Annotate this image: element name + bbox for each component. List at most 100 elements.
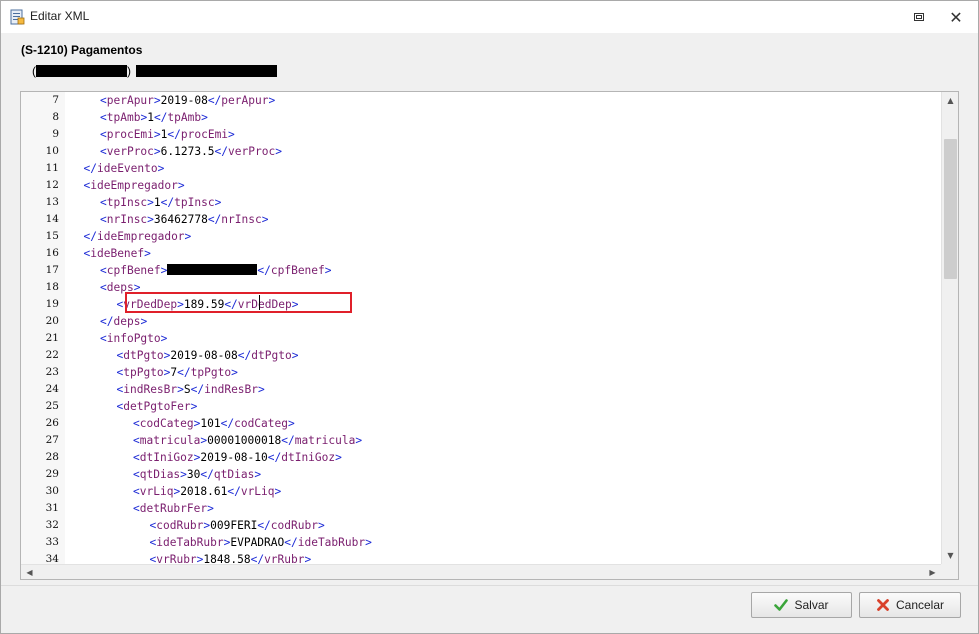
code-line[interactable]: 26 <codCateg>101</codCateg> [21, 415, 941, 432]
code-line[interactable]: 28 <dtIniGoz>2019-08-10</dtIniGoz> [21, 449, 941, 466]
xml-bracket: > [275, 145, 282, 158]
code-line[interactable]: 17 <cpfBenef> </cpfBenef> [21, 262, 941, 279]
code-text: <dtPgto>2019-08-08</dtPgto> [117, 347, 299, 364]
code-line[interactable]: 19 <vrDedDep>189.59</vrDedDep> [21, 296, 941, 313]
xml-bracket: < [100, 111, 107, 124]
code-text: </ideEmpregador> [84, 228, 192, 245]
xml-bracket: </ [167, 128, 181, 141]
scroll-down-icon[interactable]: ▼ [942, 547, 958, 564]
xml-tag-name: vrDedDep [237, 298, 292, 311]
code-lines[interactable]: 7 <perApur>2019-08</perApur> 8 <tpAmb>1</tp… [21, 92, 941, 566]
code-line[interactable]: 33 <ideTabRubr>EVPADRAO</ideTabRubr> [21, 534, 941, 551]
code-line[interactable]: 7 <perApur>2019-08</perApur> [21, 92, 941, 109]
code-line[interactable]: 29 <qtDias>30</qtDias> [21, 466, 941, 483]
xml-bracket: > [153, 145, 161, 158]
code-line[interactable]: 25 <detPgtoFer> [21, 398, 941, 415]
vertical-scrollbar[interactable]: ▲ ▼ [941, 92, 958, 564]
code-text: <cpfBenef> </cpfBenef> [100, 262, 332, 279]
code-line[interactable]: 18 <deps> [21, 279, 941, 296]
code-line[interactable]: 14 <nrInsc>36462778</nrInsc> [21, 211, 941, 228]
code-line[interactable]: 8 <tpAmb>1</tpAmb> [21, 109, 941, 126]
code-line[interactable]: 31 <detRubrFer> [21, 500, 941, 517]
code-line[interactable]: 21 <infoPgto> [21, 330, 941, 347]
paren-close: ) [127, 63, 131, 78]
xml-bracket: > [160, 332, 168, 345]
code-text: <ideEmpregador> [84, 177, 185, 194]
line-number: 28 [45, 451, 59, 463]
footer-divider [1, 585, 978, 586]
code-text: </ideEvento> [84, 160, 165, 177]
xml-bracket: < [133, 485, 140, 498]
code-text: <codRubr>009FERI</codRubr> [150, 517, 325, 534]
xml-tag-name: vrLiq [240, 485, 275, 498]
code-line[interactable]: 30 <vrLiq>2018.61</vrLiq> [21, 483, 941, 500]
xml-bracket: > [133, 281, 141, 294]
horizontal-scrollbar[interactable]: ◀ ▶ [21, 564, 941, 579]
xml-bracket: </ [100, 315, 114, 328]
xml-tag-name: cpfBenef [106, 264, 161, 277]
xml-bracket: < [100, 94, 107, 107]
code-line[interactable]: 22 <dtPgto>2019-08-08</dtPgto> [21, 347, 941, 364]
xml-bracket: </ [257, 519, 271, 532]
xml-tag-name: ideEmpregador [96, 230, 185, 243]
code-line[interactable]: 10 <verProc>6.1273.5</verProc> [21, 143, 941, 160]
xml-tag-name: indResBr [123, 383, 178, 396]
xml-value: 2019-08-10 [200, 451, 268, 464]
scroll-left-icon[interactable]: ◀ [21, 565, 38, 579]
code-line[interactable]: 23 <tpPgto>7</tpPgto> [21, 364, 941, 381]
xml-tag-name: verProc [228, 145, 276, 158]
xml-bracket: </ [281, 434, 295, 447]
scroll-thumb[interactable] [944, 139, 957, 279]
line-number: 14 [45, 213, 59, 225]
xml-bracket: </ [207, 94, 222, 107]
restore-window-icon[interactable] [909, 9, 929, 25]
code-line[interactable]: 16 <ideBenef> [21, 245, 941, 262]
xml-bracket: > [190, 400, 198, 413]
line-number: 33 [45, 536, 59, 548]
code-text: <detRubrFer> [133, 500, 214, 517]
code-line[interactable]: 27 <matricula>00001000018</matricula> [21, 432, 941, 449]
code-text: <dtIniGoz>2019-08-10</dtIniGoz> [133, 449, 342, 466]
code-line[interactable]: 15 </ideEmpregador> [21, 228, 941, 245]
xml-value: EVPADRAO [230, 536, 285, 549]
code-text: <ideBenef> [84, 245, 151, 262]
xml-tag-name: ideBenef [90, 247, 145, 260]
code-line[interactable]: 32 <codRubr>009FERI</codRubr> [21, 517, 941, 534]
line-number: 16 [45, 247, 59, 259]
line-number: 15 [45, 230, 59, 242]
cancel-button[interactable]: Cancelar [859, 592, 961, 618]
xml-bracket: > [324, 264, 332, 277]
xml-bracket: < [100, 128, 107, 141]
close-icon[interactable]: ✕ [945, 7, 967, 27]
code-line[interactable]: 24 <indResBr>S</indResBr> [21, 381, 941, 398]
xml-bracket: < [100, 264, 107, 277]
code-text: <codCateg>101</codCateg> [133, 415, 295, 432]
xml-tag-name: nrInsc [221, 213, 262, 226]
scroll-right-icon[interactable]: ▶ [924, 565, 941, 579]
xml-document-icon [9, 9, 25, 25]
xml-bracket: </ [214, 145, 229, 158]
code-line[interactable]: 11 </ideEvento> [21, 160, 941, 177]
xml-tag-name: tpInsc [106, 196, 148, 209]
xml-bracket: </ [224, 298, 238, 311]
scroll-up-icon[interactable]: ▲ [942, 92, 958, 109]
xml-bracket: > [268, 94, 276, 107]
xml-tag-name: matricula [139, 434, 201, 447]
code-text: <matricula>00001000018</matricula> [133, 432, 362, 449]
xml-bracket: > [254, 468, 262, 481]
xml-value: 6.1273.5 [160, 145, 215, 158]
save-button[interactable]: Salvar [751, 592, 852, 618]
line-number: 26 [45, 417, 59, 429]
xml-editor[interactable]: 7 <perApur>2019-08</perApur> 8 <tpAmb>1</tp… [20, 91, 959, 580]
line-number: 23 [45, 366, 59, 378]
code-line[interactable]: 13 <tpInsc>1</tpInsc> [21, 194, 941, 211]
title-bar[interactable]: Editar XML ✕ [1, 1, 978, 33]
line-number: 30 [45, 485, 59, 497]
xml-tag-name: matricula [294, 434, 356, 447]
code-line[interactable]: 20 </deps> [21, 313, 941, 330]
xml-tag-name: detPgtoFer [123, 400, 191, 413]
code-line[interactable]: 12 <ideEmpregador> [21, 177, 941, 194]
line-number: 7 [52, 94, 59, 106]
line-number: 25 [45, 400, 59, 412]
code-line[interactable]: 9 <procEmi>1</procEmi> [21, 126, 941, 143]
